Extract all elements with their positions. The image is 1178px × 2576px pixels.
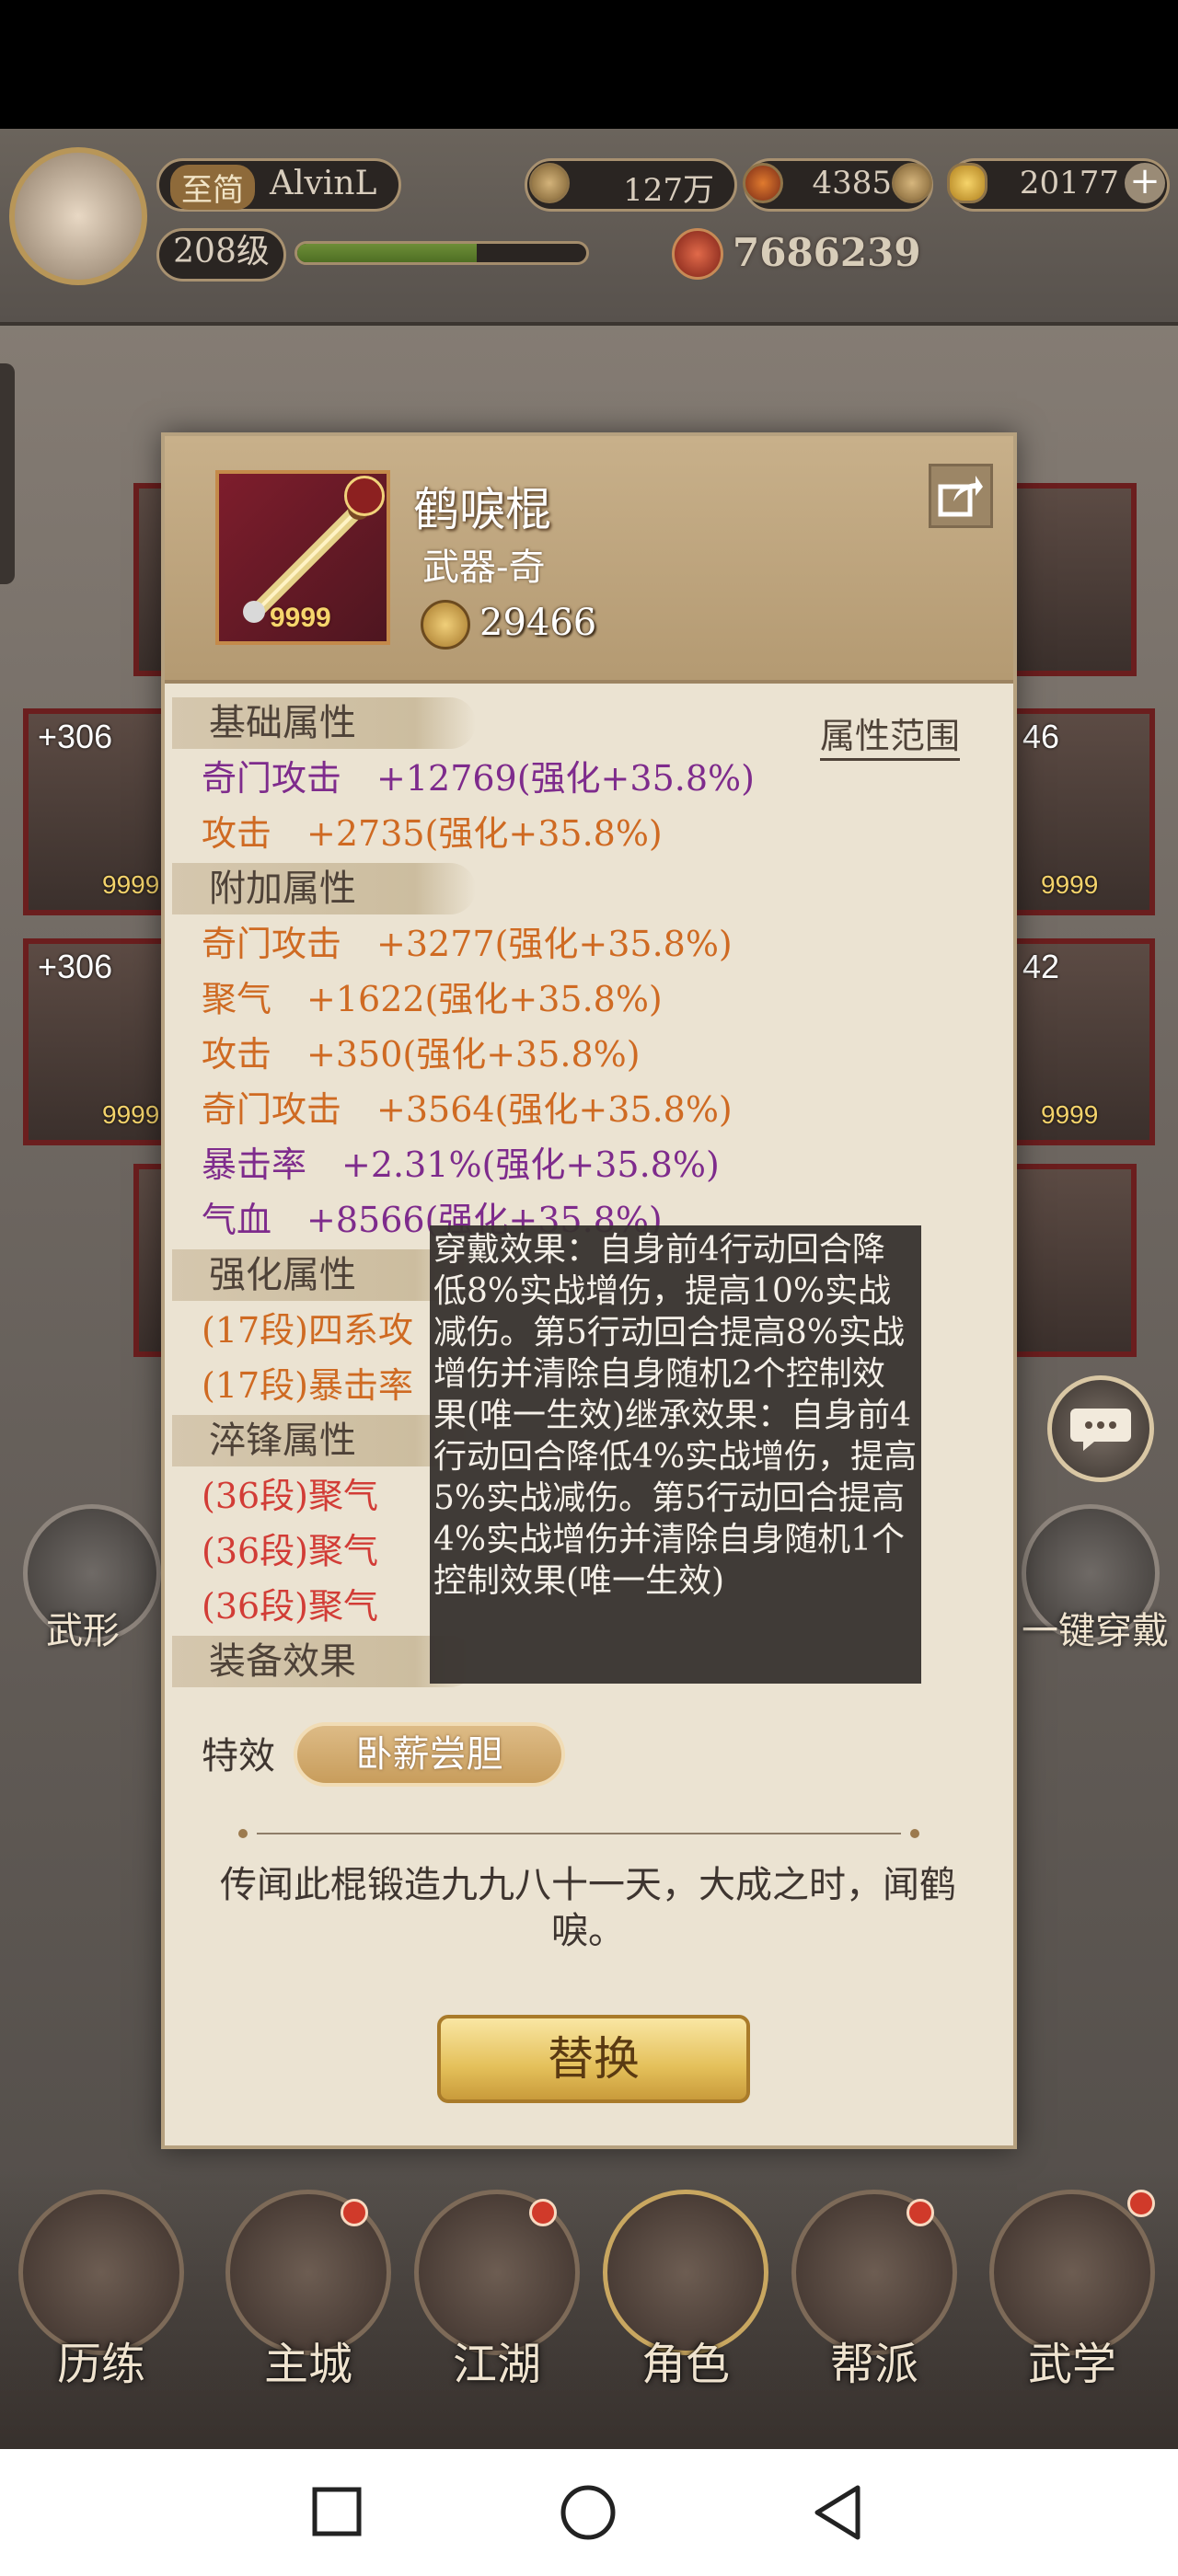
share-icon bbox=[938, 476, 983, 517]
vip-badge: 至简 bbox=[170, 165, 255, 210]
item-name: 鹤唳棍 bbox=[413, 483, 551, 536]
quench-attr-row: (36段)聚气 bbox=[202, 1531, 379, 1571]
slot-count: 9999 bbox=[102, 870, 160, 899]
divider bbox=[257, 1833, 901, 1834]
stamina-pill: 4385 bbox=[743, 158, 933, 212]
home-icon[interactable] bbox=[560, 2484, 617, 2541]
item-power-icon bbox=[421, 600, 470, 650]
bowl-icon bbox=[892, 163, 932, 203]
coins-pill: 127万 bbox=[525, 158, 737, 212]
stamina-icon bbox=[743, 163, 783, 203]
combat-power-value: 7686239 bbox=[733, 230, 921, 275]
nav-label: 武学 bbox=[1027, 2339, 1116, 2390]
slot-count: 9999 bbox=[1041, 870, 1099, 899]
extra-attr-row: 奇门攻击 +3564(强化+35.8%) bbox=[202, 1089, 733, 1130]
notification-dot bbox=[341, 2199, 368, 2226]
nav-label: 角色 bbox=[641, 2339, 730, 2390]
attribute-range-link[interactable]: 属性范围 bbox=[820, 707, 961, 761]
exp-bar-fill bbox=[297, 244, 477, 262]
coin-icon bbox=[529, 163, 570, 203]
item-header: 9999 鹤唳棍 武器-奇 29466 bbox=[165, 436, 1013, 684]
extra-attr-row: 奇门攻击 +3277(强化+35.8%) bbox=[202, 924, 733, 964]
side-tab[interactable] bbox=[0, 363, 15, 584]
enhance-attr-row: (17段)四系攻 bbox=[202, 1310, 414, 1351]
back-icon[interactable] bbox=[812, 2484, 863, 2541]
recent-apps-icon[interactable] bbox=[311, 2486, 363, 2537]
stamina-value: 4385 bbox=[812, 165, 892, 201]
bottom-nav: 历练 主城 江湖 角色 帮派 武学 bbox=[0, 2171, 1178, 2449]
slot-count: 9999 bbox=[102, 1100, 160, 1129]
slot-enhance-level: 42 bbox=[1022, 948, 1060, 985]
base-attr-row: 攻击 +2735(强化+35.8%) bbox=[202, 813, 663, 854]
special-effect-tag[interactable]: 卧薪尝胆 bbox=[294, 1722, 565, 1787]
player-avatar[interactable] bbox=[9, 147, 147, 285]
item-description: 传闻此棍锻造九九八十一天，大成之时，闻鹤唳。 bbox=[220, 1864, 956, 1952]
coins-value: 127万 bbox=[623, 172, 714, 209]
nav-label: 江湖 bbox=[452, 2339, 541, 2390]
nav-label: 帮派 bbox=[829, 2339, 918, 2390]
notification-dot bbox=[907, 2199, 934, 2226]
chat-icon bbox=[1070, 1409, 1131, 1451]
replace-button[interactable]: 替换 bbox=[437, 2015, 750, 2103]
base-attr-row: 奇门攻击 +12769(强化+35.8%) bbox=[202, 758, 755, 799]
extra-attr-row: 暴击率 +2.31%(强化+35.8%) bbox=[202, 1144, 720, 1185]
item-type: 武器-奇 bbox=[422, 546, 546, 589]
slot-enhance-level: +306 bbox=[38, 718, 113, 755]
divider-dot-right bbox=[910, 1829, 919, 1838]
notification-dot bbox=[1127, 2190, 1155, 2217]
special-effect-label: 特效 bbox=[202, 1735, 275, 1777]
system-nav-bar bbox=[0, 2449, 1178, 2576]
combat-power-icon bbox=[672, 228, 723, 280]
item-count: 9999 bbox=[270, 603, 331, 633]
player-level: 208级 bbox=[173, 233, 270, 270]
item-power: 29466 bbox=[479, 602, 597, 644]
nav-label: 历练 bbox=[56, 2339, 145, 2390]
divider-dot-left bbox=[238, 1829, 248, 1838]
auto-equip-label: 一键穿戴 bbox=[1022, 1610, 1169, 1652]
slot-enhance-level: +306 bbox=[38, 948, 113, 985]
gold-ingot-icon bbox=[947, 163, 987, 203]
share-button[interactable] bbox=[929, 464, 993, 528]
item-detail-panel: 9999 鹤唳棍 武器-奇 29466 基础属性 属性范围 奇门攻击 +1276… bbox=[161, 432, 1017, 2149]
quench-attr-row: (36段)聚气 bbox=[202, 1586, 379, 1627]
extra-attr-row: 聚气 +1622(强化+35.8%) bbox=[202, 979, 663, 1019]
player-name: AlvinL bbox=[270, 165, 377, 202]
exp-bar bbox=[294, 241, 589, 265]
rarity-badge-icon bbox=[344, 476, 385, 516]
item-icon: 9999 bbox=[215, 470, 390, 645]
top-hud: 至简 AlvinL 208级 127万 4385 20177 + 7686239 bbox=[0, 129, 1178, 326]
add-gold-button[interactable]: + bbox=[1125, 163, 1165, 203]
enhance-attr-row: (17段)暴击率 bbox=[202, 1365, 414, 1406]
nav-label: 主城 bbox=[263, 2339, 352, 2390]
quench-attr-row: (36段)聚气 bbox=[202, 1476, 379, 1516]
notification-dot bbox=[529, 2199, 557, 2226]
effect-tooltip: 穿戴效果：自身前4行动回合降低8%实战增伤，提高10%实战减伤。第5行动回合提高… bbox=[430, 1225, 921, 1684]
martial-form-label: 武形 bbox=[46, 1610, 120, 1652]
level-pill: 208级 bbox=[156, 228, 286, 282]
slot-enhance-level: 46 bbox=[1022, 718, 1060, 755]
player-name-pill: 至简 AlvinL bbox=[156, 158, 401, 212]
gold-value: 20177 bbox=[1019, 165, 1119, 201]
extra-attr-row: 攻击 +350(强化+35.8%) bbox=[202, 1034, 641, 1075]
gold-pill: 20177 + bbox=[947, 158, 1170, 212]
status-bar bbox=[0, 0, 1178, 129]
section-base-attributes: 基础属性 bbox=[172, 697, 476, 749]
chat-button[interactable] bbox=[1047, 1375, 1154, 1482]
slot-count: 9999 bbox=[1041, 1100, 1099, 1129]
section-extra-attributes: 附加属性 bbox=[172, 863, 476, 914]
